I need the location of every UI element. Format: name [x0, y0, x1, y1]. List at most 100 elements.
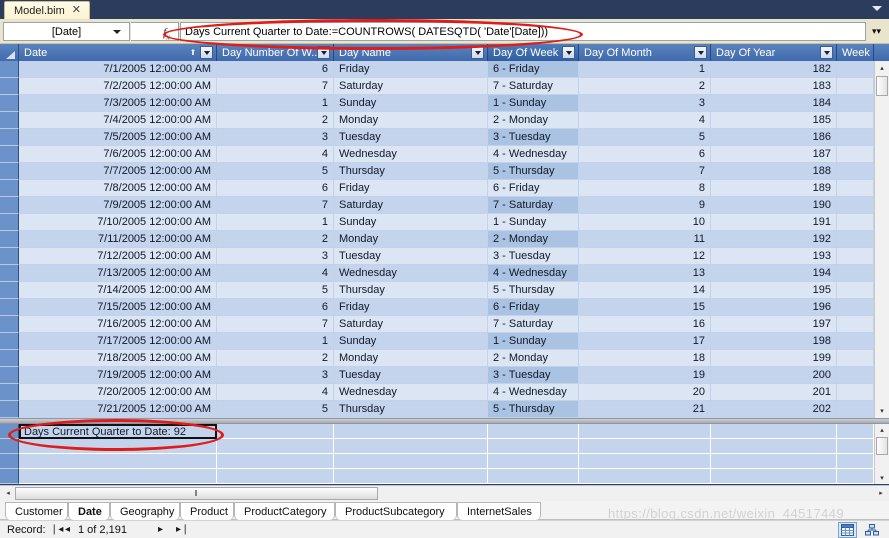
- measure-cell[interactable]: [837, 469, 874, 484]
- measure-cell[interactable]: [19, 469, 217, 484]
- table-cell[interactable]: 6 - Friday: [488, 61, 579, 78]
- filter-dropdown-icon[interactable]: [317, 46, 330, 59]
- table-cell[interactable]: Thursday: [334, 401, 488, 418]
- table-row[interactable]: 7/14/2005 12:00:00 AM 5 Thursday 5 - Thursd…: [0, 282, 874, 299]
- table-cell[interactable]: 16: [579, 316, 711, 333]
- table-cell[interactable]: 7 - Saturday: [488, 316, 579, 333]
- measure-cell[interactable]: [711, 439, 837, 454]
- table-cell[interactable]: 7 - Saturday: [488, 197, 579, 214]
- row-header[interactable]: [0, 231, 19, 248]
- vertical-scrollbar-thumb[interactable]: [876, 76, 888, 96]
- column-header-date[interactable]: Date ⬆: [19, 44, 217, 61]
- table-cell[interactable]: [837, 265, 874, 282]
- table-cell[interactable]: 4: [217, 384, 334, 401]
- row-header[interactable]: [0, 350, 19, 367]
- table-cell[interactable]: 182: [711, 61, 837, 78]
- row-header[interactable]: [0, 129, 19, 146]
- table-cell[interactable]: 198: [711, 333, 837, 350]
- table-row[interactable]: 7/20/2005 12:00:00 AM 4 Wednesday 4 - Wedne…: [0, 384, 874, 401]
- measure-cell[interactable]: [579, 454, 711, 469]
- chevron-down-icon[interactable]: [872, 6, 882, 11]
- table-cell[interactable]: 7/6/2005 12:00:00 AM: [19, 146, 217, 163]
- table-cell[interactable]: 7/10/2005 12:00:00 AM: [19, 214, 217, 231]
- column-header-day-of-week[interactable]: Day Of Week: [488, 44, 579, 61]
- table-tab-productsubcategory[interactable]: ProductSubcategory: [335, 502, 457, 520]
- table-cell[interactable]: [837, 129, 874, 146]
- table-cell[interactable]: 11: [579, 231, 711, 248]
- table-cell[interactable]: Friday: [334, 299, 488, 316]
- filter-dropdown-icon[interactable]: [471, 46, 484, 59]
- row-header[interactable]: [0, 95, 19, 112]
- table-cell[interactable]: 1 - Sunday: [488, 95, 579, 112]
- table-cell[interactable]: 6: [217, 299, 334, 316]
- table-cell[interactable]: 3: [217, 129, 334, 146]
- table-cell[interactable]: 5: [217, 282, 334, 299]
- scroll-down-icon[interactable]: ▾: [875, 472, 889, 484]
- table-tab-product[interactable]: Product: [180, 502, 234, 520]
- table-cell[interactable]: [837, 95, 874, 112]
- table-cell[interactable]: 4 - Wednesday: [488, 146, 579, 163]
- table-row[interactable]: 7/5/2005 12:00:00 AM 3 Tuesday 3 - Tuesday 5…: [0, 129, 874, 146]
- row-header[interactable]: [0, 197, 19, 214]
- table-cell[interactable]: 17: [579, 333, 711, 350]
- measure-cell[interactable]: [488, 424, 579, 439]
- table-cell[interactable]: 190: [711, 197, 837, 214]
- table-cell[interactable]: 2 - Monday: [488, 112, 579, 129]
- table-cell[interactable]: 193: [711, 248, 837, 265]
- table-cell[interactable]: [837, 61, 874, 78]
- previous-record-button[interactable]: ◂: [65, 524, 70, 535]
- table-cell[interactable]: 12: [579, 248, 711, 265]
- table-cell[interactable]: 186: [711, 129, 837, 146]
- measure-cell[interactable]: [711, 424, 837, 439]
- table-cell[interactable]: [837, 163, 874, 180]
- column-header-day-of-year[interactable]: Day Of Year: [711, 44, 837, 61]
- table-cell[interactable]: 188: [711, 163, 837, 180]
- table-cell[interactable]: 7/21/2005 12:00:00 AM: [19, 401, 217, 418]
- row-header[interactable]: [0, 282, 19, 299]
- table-cell[interactable]: Monday: [334, 350, 488, 367]
- table-cell[interactable]: 19: [579, 367, 711, 384]
- table-cell[interactable]: [837, 197, 874, 214]
- table-tab-date[interactable]: Date: [68, 502, 110, 520]
- table-cell[interactable]: 8: [579, 180, 711, 197]
- measure-row-header[interactable]: [0, 439, 19, 454]
- table-cell[interactable]: 7/7/2005 12:00:00 AM: [19, 163, 217, 180]
- table-cell[interactable]: [837, 78, 874, 95]
- scroll-left-icon[interactable]: ◂: [1, 486, 15, 500]
- table-cell[interactable]: Tuesday: [334, 248, 488, 265]
- table-cell[interactable]: 4: [217, 146, 334, 163]
- table-cell[interactable]: 7/5/2005 12:00:00 AM: [19, 129, 217, 146]
- measure-row-header[interactable]: [0, 454, 19, 469]
- table-cell[interactable]: 7/8/2005 12:00:00 AM: [19, 180, 217, 197]
- table-cell[interactable]: 6: [217, 61, 334, 78]
- table-row[interactable]: 7/4/2005 12:00:00 AM 2 Monday 2 - Monday 4 18…: [0, 112, 874, 129]
- measure-cell[interactable]: [579, 424, 711, 439]
- table-cell[interactable]: 6 - Friday: [488, 180, 579, 197]
- table-cell[interactable]: [837, 333, 874, 350]
- table-row[interactable]: 7/11/2005 12:00:00 AM 2 Monday 2 - Monday 11…: [0, 231, 874, 248]
- row-header[interactable]: [0, 78, 19, 95]
- filter-dropdown-icon[interactable]: [200, 46, 213, 59]
- column-header-week-n[interactable]: Week N: [837, 44, 874, 61]
- row-header[interactable]: [0, 333, 19, 350]
- measure-cell[interactable]: [334, 439, 488, 454]
- row-header[interactable]: [0, 163, 19, 180]
- table-cell[interactable]: 2: [217, 112, 334, 129]
- table-cell[interactable]: 1: [217, 333, 334, 350]
- table-cell[interactable]: 185: [711, 112, 837, 129]
- data-view-button[interactable]: [838, 522, 857, 538]
- table-cell[interactable]: 195: [711, 282, 837, 299]
- row-header[interactable]: [0, 112, 19, 129]
- measure-cell[interactable]: [217, 454, 334, 469]
- measure-cell[interactable]: [579, 439, 711, 454]
- data-grid-vertical-scrollbar[interactable]: ▴ ▾: [874, 61, 889, 418]
- row-header[interactable]: [0, 248, 19, 265]
- table-cell[interactable]: 192: [711, 231, 837, 248]
- table-cell[interactable]: 196: [711, 299, 837, 316]
- table-cell[interactable]: 187: [711, 146, 837, 163]
- table-cell[interactable]: [837, 180, 874, 197]
- table-cell[interactable]: 3: [217, 367, 334, 384]
- name-box[interactable]: [Date]: [3, 22, 130, 41]
- table-cell[interactable]: Saturday: [334, 197, 488, 214]
- table-cell[interactable]: [837, 282, 874, 299]
